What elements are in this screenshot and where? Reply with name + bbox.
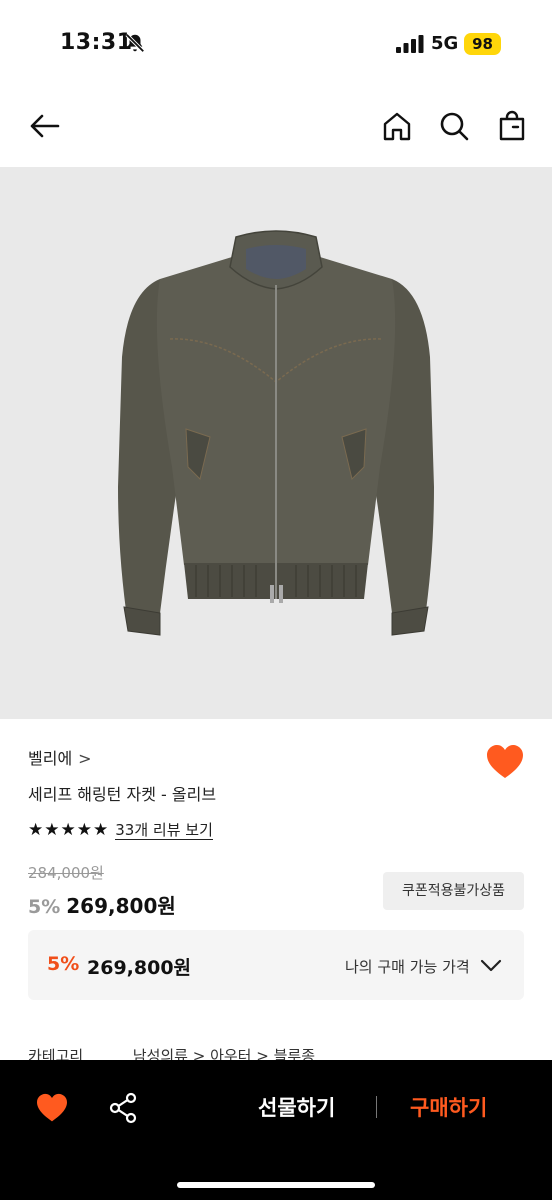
brand-name: 벨리에: [28, 749, 73, 768]
top-navigation: [0, 98, 552, 158]
signal-icon: [396, 35, 424, 53]
status-time: 13:31: [60, 30, 133, 55]
search-icon[interactable]: [438, 110, 470, 142]
bell-off-icon: [125, 33, 145, 53]
my-price-label: 나의 구매 가능 가격: [345, 958, 470, 976]
coupon-badge: 쿠폰적용불가상품: [383, 872, 524, 910]
jacket-image: [118, 230, 434, 636]
star-icon: ★: [28, 820, 44, 840]
sale-price: 269,800원: [66, 894, 176, 918]
my-price-discount: 5%: [47, 953, 80, 975]
battery-indicator: 98: [464, 33, 501, 55]
share-icon[interactable]: [108, 1092, 138, 1124]
gift-button[interactable]: 선물하기: [258, 1092, 335, 1122]
rating-row: ★ ★ ★ ★ ★ 33개 리뷰 보기: [28, 819, 213, 841]
my-price-dropdown[interactable]: 5% 269,800원 나의 구매 가능 가격: [28, 930, 524, 1000]
price-row: 5% 269,800원: [28, 890, 176, 919]
back-arrow-icon[interactable]: [28, 110, 60, 142]
brand-chevron: >: [78, 749, 92, 768]
heart-icon[interactable]: [486, 744, 524, 780]
buy-button[interactable]: 구매하기: [410, 1092, 487, 1122]
review-link[interactable]: 33개 리뷰 보기: [115, 821, 213, 840]
chevron-down-icon: [480, 959, 502, 972]
status-bar: 13:31 5G 98: [0, 0, 552, 88]
product-image[interactable]: [0, 167, 552, 719]
star-icon: ★: [44, 820, 60, 840]
my-price-amount: 269,800원: [87, 957, 192, 979]
heart-icon[interactable]: [36, 1093, 68, 1123]
star-icon: ★: [76, 820, 92, 840]
home-icon[interactable]: [381, 110, 413, 142]
divider: [376, 1096, 377, 1118]
brand-link[interactable]: 벨리에 >: [28, 745, 92, 769]
home-indicator: [177, 1182, 375, 1188]
shopping-bag-icon[interactable]: [496, 110, 528, 142]
original-price: 284,000원: [28, 864, 104, 882]
bottom-action-bar: 선물하기 구매하기: [0, 1060, 552, 1200]
network-type: 5G: [431, 33, 459, 54]
star-icon: ★: [60, 820, 76, 840]
product-name: 세리프 해링턴 자켓 - 올리브: [28, 785, 217, 804]
discount-rate: 5%: [28, 896, 61, 918]
star-icon: ★: [93, 820, 109, 840]
star-rating: ★ ★ ★ ★ ★: [28, 820, 108, 840]
